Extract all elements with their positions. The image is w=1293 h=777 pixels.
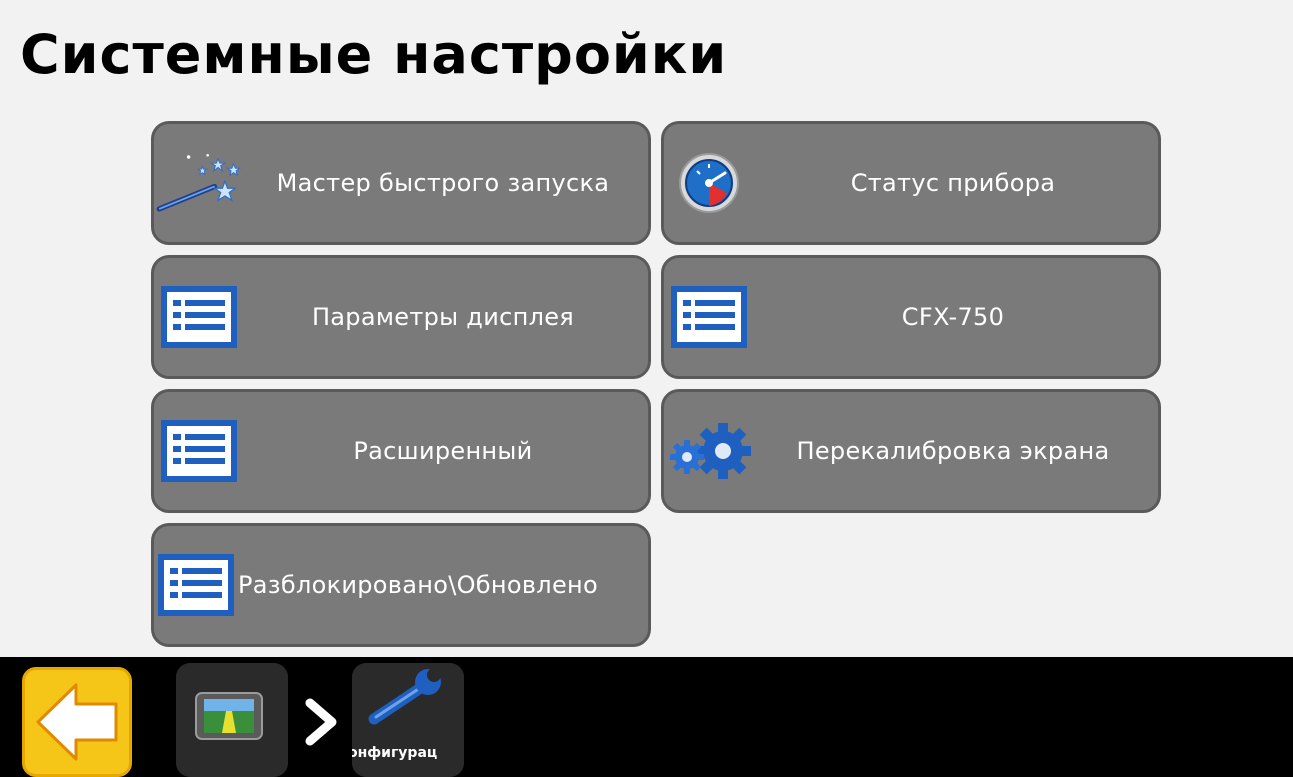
- advanced-label: Расширенный: [353, 437, 533, 465]
- list-icon: [664, 258, 754, 376]
- back-arrow-icon: [36, 683, 118, 761]
- chevron-right-icon: [305, 698, 337, 746]
- wrench-icon: [368, 668, 441, 725]
- advanced-button[interactable]: Расширенный: [151, 389, 651, 513]
- device-status-label: Статус прибора: [850, 169, 1056, 197]
- back-button[interactable]: [22, 667, 132, 777]
- list-icon: [154, 526, 238, 644]
- quick-start-wizard-button[interactable]: Мастер быстрого запуска: [151, 121, 651, 245]
- quick-start-wizard-label: Мастер быстрого запуска: [276, 169, 610, 197]
- unlock-update-label: Разблокировано\Обновлено: [238, 571, 598, 599]
- recalibrate-screen-label: Перекалибровка экрана: [796, 437, 1110, 465]
- display-settings-button[interactable]: Параметры дисплея: [151, 255, 651, 379]
- gears-icon: [664, 392, 754, 510]
- unlock-update-button[interactable]: Разблокировано\Обновлено: [151, 523, 651, 647]
- breadcrumb-home[interactable]: [176, 663, 288, 777]
- bottom-navigation-bar: онфигурац: [0, 657, 1293, 777]
- breadcrumb-configuration[interactable]: онфигурац: [352, 663, 464, 777]
- recalibrate-screen-button[interactable]: Перекалибровка экрана: [661, 389, 1161, 513]
- breadcrumb-configuration-label: онфигурац: [352, 745, 438, 761]
- device-status-button[interactable]: Статус прибора: [661, 121, 1161, 245]
- page-title: Системные настройки: [20, 23, 728, 86]
- magic-wand-icon: [154, 124, 244, 242]
- device-model-button[interactable]: CFX-750: [661, 255, 1161, 379]
- device-model-label: CFX-750: [901, 303, 1005, 331]
- list-icon: [154, 392, 244, 510]
- gauge-icon: [664, 124, 754, 242]
- list-icon: [154, 258, 244, 376]
- display-device-icon: [195, 692, 263, 740]
- display-settings-label: Параметры дисплея: [311, 303, 575, 331]
